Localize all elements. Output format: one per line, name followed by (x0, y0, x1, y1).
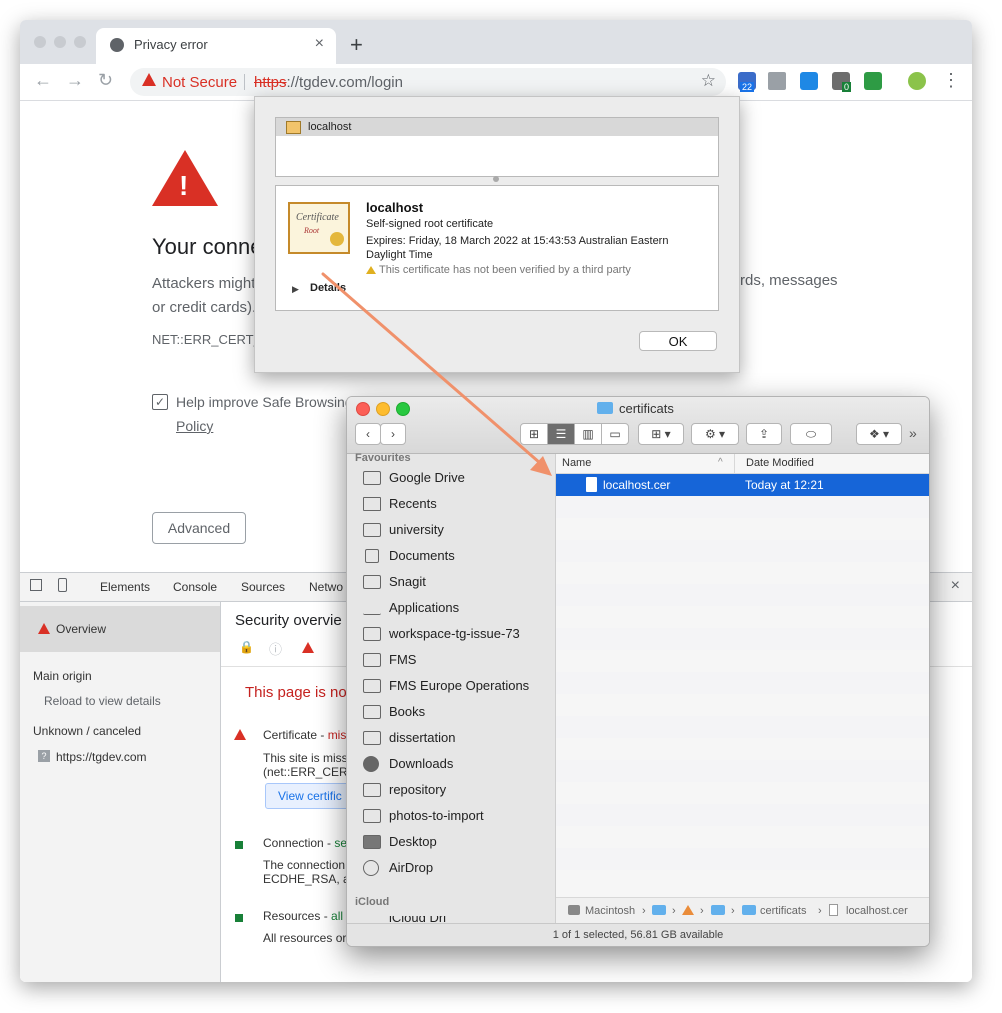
annotation-arrow (321, 272, 552, 476)
arrow-shaft (321, 272, 542, 465)
